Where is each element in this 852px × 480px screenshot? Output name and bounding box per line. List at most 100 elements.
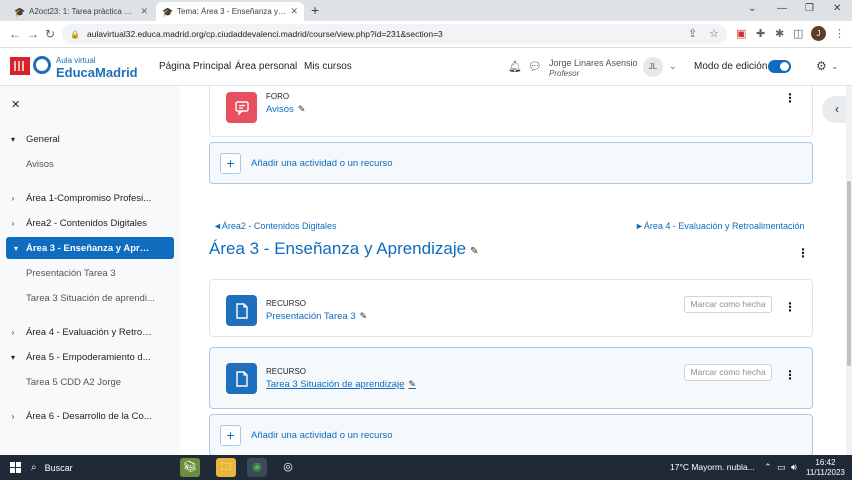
sidebar-item-presentacion-tarea-3[interactable]: Presentación Tarea 3	[0, 262, 180, 284]
mark-as-done-button[interactable]: Marcar como hecha	[684, 296, 772, 313]
sidebar-item-tarea-3-situacion[interactable]: Tarea 3 Situación de aprendi...	[0, 287, 180, 309]
activity-name[interactable]: Avisos	[266, 104, 294, 115]
edit-pencil-icon[interactable]: ✎	[298, 104, 306, 114]
browser-tab-1[interactable]: 🎓 A2oct23: 1: Tarea práctica 5 - Nu ✕	[8, 2, 154, 21]
windows-start-icon[interactable]	[10, 462, 21, 473]
close-window-button[interactable]: ✕	[833, 3, 841, 14]
add-activity-card[interactable]: + Añadir una actividad o un recurso	[209, 414, 813, 455]
taskbar-search[interactable]: ⌕ Buscar	[31, 455, 73, 480]
nav-link-dashboard[interactable]: Área personal	[235, 61, 297, 72]
activity-type-label: FORO	[266, 92, 290, 101]
obs-app-icon[interactable]: ◎	[278, 458, 298, 477]
sidebar-section-general[interactable]: ▾ General	[0, 128, 180, 150]
tab-search-icon[interactable]: ⌄	[748, 3, 756, 14]
activity-menu-kebab-icon[interactable]: ⋮	[784, 369, 796, 381]
sidepanel-icon[interactable]: ◫	[793, 27, 803, 41]
educamadrid-logo-icon[interactable]	[33, 56, 51, 74]
edit-section-title-pencil-icon[interactable]: ✎	[470, 246, 478, 257]
section-title-text: Área 3 - Enseñanza y Aprendizaje	[209, 239, 467, 258]
taskbar-search-label: Buscar	[44, 462, 73, 473]
sidebar-section-area2[interactable]: › Área2 - Contenidos Digitales	[0, 212, 180, 234]
lock-icon[interactable]: 🔒	[70, 30, 80, 39]
chevron-down-icon[interactable]: ▾	[0, 353, 26, 362]
chevron-right-icon[interactable]: ›	[0, 194, 26, 203]
sidebar-item-label: Área 6 - Desarrollo de la Co...	[26, 410, 152, 422]
settings-chevron-down-icon[interactable]: ⌄	[831, 61, 839, 72]
messages-chat-icon[interactable]: 💬︎	[528, 60, 542, 73]
user-avatar[interactable]: JL	[643, 57, 663, 77]
scrollbar-thumb[interactable]	[847, 181, 851, 366]
chrome-icon[interactable]: ◉	[247, 458, 267, 477]
edit-mode-toggle[interactable]	[768, 60, 791, 73]
bookmark-star-icon[interactable]: ☆	[709, 27, 719, 41]
settings-gear-icon[interactable]: ⚙	[816, 59, 827, 73]
sidebar-section-area5[interactable]: ▾ Área 5 - Empoderamiento d...	[0, 346, 180, 368]
taskbar-clock[interactable]: 16:42 11/11/2023	[806, 458, 845, 478]
forward-icon[interactable]: →	[27, 27, 39, 41]
logo-title[interactable]: EducaMadrid	[56, 65, 138, 80]
add-plus-icon[interactable]: +	[220, 425, 241, 446]
notifications-bell-icon[interactable]: 🔔︎	[508, 60, 522, 73]
edit-pencil-icon[interactable]: ✎	[408, 379, 416, 389]
add-activity-card[interactable]: + Añadir una actividad o un recurso	[209, 142, 813, 184]
activity-link-tarea-3[interactable]: Tarea 3 Situación de aprendizaje ✎	[266, 379, 416, 390]
tray-chevron-up-icon[interactable]: ⌃	[764, 462, 772, 473]
close-tab-icon[interactable]: ✕	[140, 6, 148, 17]
activity-name[interactable]: Presentación Tarea 3	[266, 311, 356, 322]
chevron-down-icon[interactable]: ▾	[0, 135, 26, 144]
close-sidebar-icon[interactable]: ✕	[11, 98, 20, 111]
url-input[interactable]: 🔒 aulavirtual32.educa.madrid.org/cp.ciud…	[62, 24, 727, 44]
extensions-puzzle-icon[interactable]: ✱	[775, 27, 784, 41]
share-icon[interactable]: ⇪	[688, 27, 697, 41]
chevron-right-icon[interactable]: ›	[0, 412, 26, 421]
edit-pencil-icon[interactable]: ✎	[360, 311, 368, 321]
prev-section-link[interactable]: ◄Área2 - Contenidos Digitales	[213, 221, 336, 231]
activity-menu-kebab-icon[interactable]: ⋮	[784, 92, 796, 104]
extension-icon[interactable]: ✚	[756, 27, 765, 41]
browser-menu-icon[interactable]: ⋮	[834, 27, 845, 41]
sidebar-section-area6[interactable]: › Área 6 - Desarrollo de la Co...	[0, 405, 180, 427]
minimize-button[interactable]: —	[777, 3, 787, 14]
chevron-right-icon[interactable]: ›	[0, 219, 26, 228]
sidebar-section-area1[interactable]: › Área 1-Compromiso Profesi...	[0, 187, 180, 209]
edit-mode-label: Modo de edición	[694, 61, 768, 72]
reload-icon[interactable]: ↻	[45, 27, 55, 41]
add-plus-icon[interactable]: +	[220, 153, 241, 174]
chevron-down-icon[interactable]: ▾	[6, 244, 26, 253]
forum-icon	[226, 92, 257, 123]
maximize-button[interactable]: ❐	[805, 3, 814, 14]
back-icon[interactable]: ←	[9, 27, 21, 41]
books-app-icon[interactable]: 📚︎	[180, 458, 200, 477]
clock-time: 16:42	[815, 458, 836, 467]
new-tab-button[interactable]: +	[311, 3, 319, 18]
activity-menu-kebab-icon[interactable]: ⋮	[784, 301, 796, 313]
mark-as-done-button[interactable]: Marcar como hecha	[684, 364, 772, 381]
nav-link-my-courses[interactable]: Mis cursos	[304, 61, 352, 72]
add-activity-link[interactable]: Añadir una actividad o un recurso	[251, 158, 393, 169]
close-tab-icon[interactable]: ✕	[290, 6, 298, 17]
clock-date: 11/11/2023	[806, 468, 845, 477]
user-menu-chevron-down-icon[interactable]: ⌄	[669, 61, 677, 72]
chevron-right-icon[interactable]: ›	[0, 328, 26, 337]
network-icon[interactable]: ▭	[777, 462, 786, 473]
browser-tab-2[interactable]: 🎓 Tema: Área 3 - Enseñanza y Apre ✕	[156, 2, 304, 21]
page-scrollbar[interactable]	[846, 86, 852, 455]
activity-type-label: RECURSO	[266, 299, 307, 308]
file-explorer-icon[interactable]: 🗀	[216, 458, 236, 477]
pdf-extension-icon[interactable]: ▣	[736, 27, 746, 41]
activity-name[interactable]: Tarea 3 Situación de aprendizaje	[266, 379, 404, 390]
volume-icon[interactable]: 🔊︎	[791, 462, 797, 473]
activity-link-presentacion[interactable]: Presentación Tarea 3 ✎	[266, 311, 367, 322]
add-activity-link[interactable]: Añadir una actividad o un recurso	[251, 430, 393, 441]
sidebar-item-tarea-5[interactable]: Tarea 5 CDD A2 Jorge	[0, 371, 180, 393]
sidebar-section-area4[interactable]: › Área 4 - Evaluación y Retroal...	[0, 321, 180, 343]
comunidad-madrid-logo[interactable]	[10, 57, 30, 75]
sidebar-section-area3[interactable]: ▾ Área 3 - Enseñanza y Aprend...	[6, 237, 174, 259]
browser-profile-avatar[interactable]: J	[811, 26, 826, 41]
sidebar-item-avisos[interactable]: Avisos	[0, 153, 180, 175]
weather-widget[interactable]: 17°C Mayorm. nubla...	[670, 462, 755, 472]
nav-link-home[interactable]: Página Principal	[159, 61, 231, 72]
next-section-link[interactable]: ►Área 4 - Evaluación y Retroalimentación	[635, 221, 805, 231]
section-menu-kebab-icon[interactable]: ⋮	[797, 247, 809, 259]
activity-link-avisos[interactable]: Avisos ✎	[266, 104, 305, 115]
